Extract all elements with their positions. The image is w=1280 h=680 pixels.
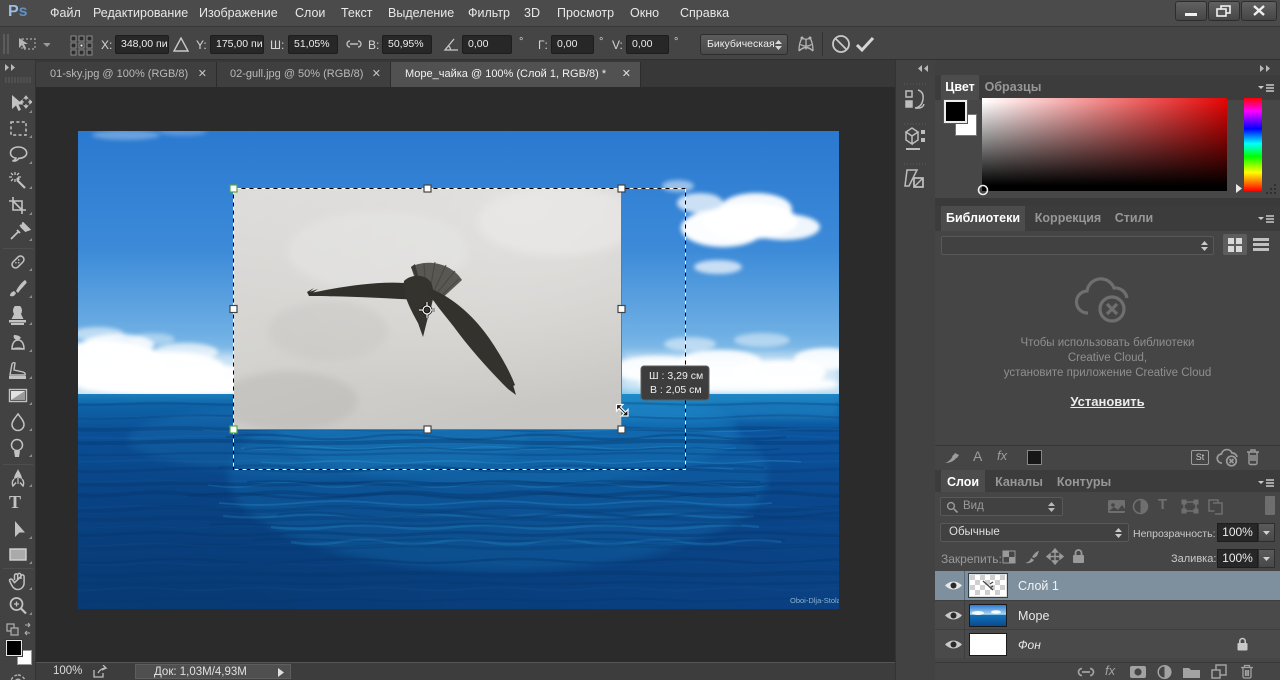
svg-text:Oboi-Dlja-Stola.RU: Oboi-Dlja-Stola.RU (790, 596, 839, 605)
svg-text:Ш : 3,29 см: Ш : 3,29 см (649, 370, 703, 382)
svg-text:В : 2,05 см: В : 2,05 см (650, 384, 702, 396)
